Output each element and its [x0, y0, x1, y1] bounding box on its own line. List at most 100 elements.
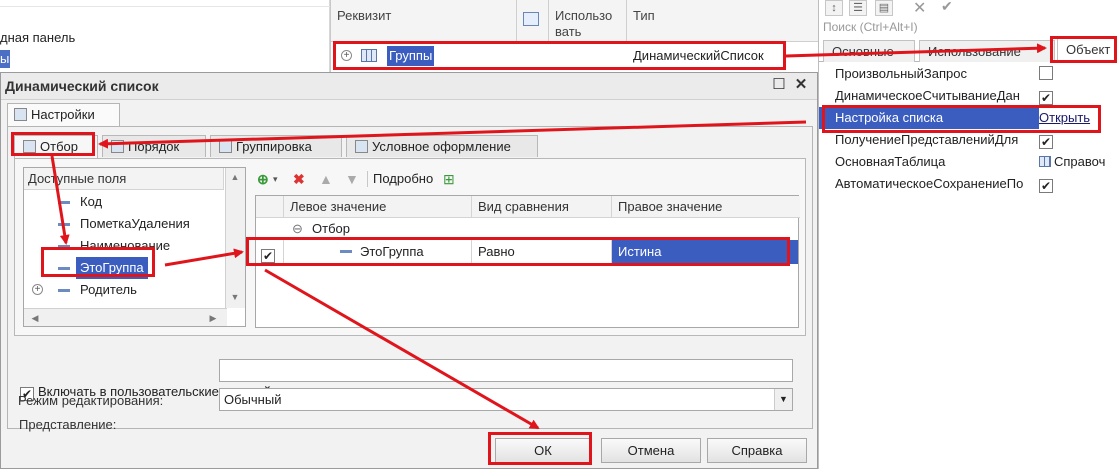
tab-grouping[interactable]: Группировка — [210, 135, 342, 157]
ok-button[interactable]: ОК — [495, 438, 591, 463]
table-row[interactable]: ✔ ЭтоГруппа Равно Истина — [256, 240, 798, 264]
column-header-comparison[interactable]: Вид сравнения — [472, 196, 612, 218]
horizontal-scrollbar[interactable]: ◀ ▶ — [24, 308, 227, 326]
property-value[interactable]: ✔ — [1039, 173, 1117, 195]
detail-button[interactable]: Подробно — [373, 169, 433, 189]
dynamic-list-dialog: Динамический список ☐ ✕ Настройки Отбор … — [0, 72, 818, 469]
list-item[interactable]: ПометкаУдаления — [24, 213, 224, 235]
field-icon — [340, 250, 352, 253]
close-icon[interactable]: ✕ — [913, 0, 926, 18]
expand-icon[interactable]: + — [32, 284, 43, 295]
chevron-down-icon[interactable]: ▼ — [774, 389, 792, 410]
right-value-cell[interactable]: Истина — [612, 240, 798, 264]
property-value[interactable]: ✔ — [1039, 129, 1117, 151]
checkbox[interactable]: ✔ — [1039, 179, 1053, 193]
scroll-right-icon[interactable]: ▶ — [204, 309, 222, 327]
property-value[interactable]: Открыть — [1039, 107, 1117, 129]
table-icon — [1039, 156, 1051, 167]
divider — [367, 171, 368, 187]
dropdown-arrow-icon[interactable]: ▾ — [273, 169, 278, 189]
help-button[interactable]: Справка — [707, 438, 807, 463]
maximize-icon[interactable]: ☐ — [771, 77, 787, 93]
move-down-icon[interactable]: ▼ — [345, 169, 359, 189]
field-icon — [58, 223, 70, 226]
property-row[interactable]: ПроизвольныйЗапрос — [819, 63, 1117, 85]
scroll-up-icon[interactable]: ▲ — [226, 168, 244, 186]
column-header-use[interactable]: Использо вать — [549, 0, 627, 42]
edit-mode-label: Режим редактирования: — [18, 393, 164, 408]
dialog-title: Динамический список — [5, 78, 159, 94]
property-row-list-settings[interactable]: Настройка списка Открыть — [819, 107, 1117, 129]
available-fields-header: Доступные поля — [24, 168, 224, 190]
tab-usage[interactable]: Использование — [919, 40, 1055, 62]
table-row-group[interactable]: ⊖ Отбор — [256, 218, 800, 240]
field-icon — [58, 289, 70, 292]
vertical-scrollbar[interactable]: ▲ ▼ — [225, 168, 245, 308]
column-header-right[interactable]: Правое значение — [612, 196, 800, 218]
delete-icon[interactable]: ✖ — [293, 169, 305, 189]
check-icon[interactable]: ✔ — [941, 0, 953, 15]
tab-conditional-format[interactable]: Условное оформление — [346, 135, 538, 157]
open-link[interactable]: Открыть — [1039, 110, 1090, 125]
sort-icon — [111, 140, 124, 153]
edit-mode-select[interactable]: Обычный ▼ — [219, 388, 793, 411]
checkbox[interactable]: ✔ — [1039, 135, 1053, 149]
tab-object[interactable]: Объект — [1057, 38, 1117, 63]
property-value[interactable]: Справоч — [1039, 151, 1117, 173]
field-label: Код — [80, 194, 103, 209]
column-header-type[interactable]: Тип — [627, 0, 819, 42]
search-input[interactable]: Поиск (Ctrl+Alt+I) — [821, 20, 1117, 38]
group-add-icon[interactable]: ⊞ — [443, 169, 455, 189]
cancel-button[interactable]: Отмена — [601, 438, 701, 463]
requisites-table: Реквизит Использо вать Тип + Группы Дина… — [330, 0, 819, 72]
settings-icon — [14, 108, 27, 121]
table-row[interactable]: + Группы ДинамическийСписок — [331, 44, 819, 68]
panel-selected-text[interactable]: ы — [0, 50, 10, 68]
list-item[interactable]: Код — [24, 191, 224, 213]
tab-settings[interactable]: Настройки — [7, 103, 120, 127]
collapse-icon[interactable]: ⊖ — [292, 218, 303, 240]
tab-main[interactable]: Основные — [823, 40, 915, 62]
panel-text: дная панель — [0, 30, 76, 45]
list-item-selected[interactable]: ЭтоГруппа — [24, 257, 224, 279]
comparison-cell[interactable]: Равно — [472, 240, 612, 264]
scroll-down-icon[interactable]: ▼ — [226, 288, 244, 306]
list-item[interactable]: Наименование — [24, 235, 224, 257]
property-row[interactable]: АвтоматическоеСохранениеПо ✔ — [819, 173, 1117, 195]
add-condition-icon[interactable]: ⊕ — [257, 169, 269, 189]
brush-icon — [355, 140, 368, 153]
checkbox[interactable]: ✔ — [1039, 91, 1053, 105]
scroll-left-icon[interactable]: ◀ — [26, 309, 44, 327]
property-row[interactable]: ДинамическоеСчитываниеДан ✔ — [819, 85, 1117, 107]
property-row[interactable]: ОсновнаяТаблица Справоч — [819, 151, 1117, 173]
requisite-name[interactable]: Группы — [387, 46, 435, 66]
row-check-cell[interactable]: ✔ — [256, 240, 284, 264]
property-row[interactable]: ПолучениеПредставленийДля ✔ — [819, 129, 1117, 151]
filter-table: Левое значение Вид сравнения Правое знач… — [255, 195, 800, 328]
property-name: ОсновнаяТаблица — [835, 154, 946, 169]
expand-icon[interactable]: + — [341, 50, 352, 61]
property-value[interactable]: ✔ — [1039, 85, 1117, 107]
column-header-left[interactable]: Левое значение — [284, 196, 472, 218]
available-fields-panel: Доступные поля Код ПометкаУдаления Наиме… — [23, 167, 246, 327]
tab-order[interactable]: Порядок — [102, 135, 206, 157]
close-icon[interactable]: ✕ — [793, 77, 809, 93]
move-up-icon[interactable]: ▲ — [319, 169, 333, 189]
property-value[interactable] — [1039, 63, 1117, 85]
sort-icon[interactable]: ↕ — [825, 0, 843, 16]
properties-toolbar: ↕ ☰ ▤ ✕ ✔ — [819, 0, 1117, 18]
checkbox[interactable]: ✔ — [261, 249, 275, 263]
tab-label: Условное оформление — [372, 139, 511, 154]
tab-label: Порядок — [128, 139, 180, 154]
tab-filter[interactable]: Отбор — [14, 135, 98, 159]
checkbox[interactable] — [1039, 66, 1053, 80]
presentation-input[interactable] — [219, 359, 793, 382]
column-header-icon[interactable] — [517, 0, 549, 42]
list-item[interactable]: + Родитель — [24, 279, 224, 301]
column-header-requisite[interactable]: Реквизит — [331, 0, 517, 42]
dialog-titlebar[interactable]: Динамический список ☐ ✕ — [1, 73, 817, 100]
settings-icon[interactable]: ▤ — [875, 0, 893, 16]
properties-panel: ↕ ☰ ▤ ✕ ✔ Поиск (Ctrl+Alt+I) Основные Ис… — [818, 0, 1117, 469]
left-value-cell[interactable]: ЭтоГруппа — [284, 240, 472, 264]
categories-icon[interactable]: ☰ — [849, 0, 867, 16]
